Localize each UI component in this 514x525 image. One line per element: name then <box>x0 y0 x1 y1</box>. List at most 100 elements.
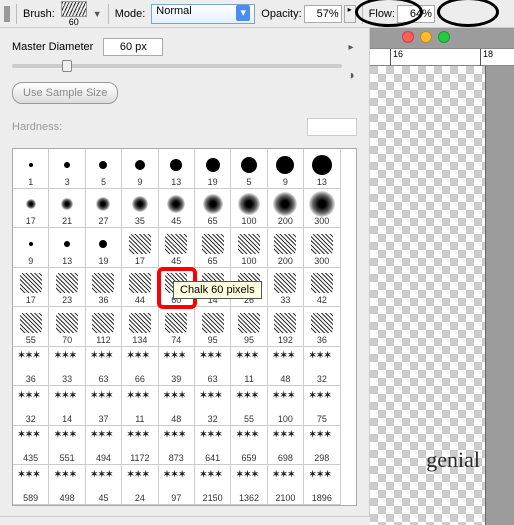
brush-preset[interactable]: ✶✶✶75 <box>304 386 340 426</box>
brush-preset[interactable]: ✶✶✶32 <box>304 347 340 387</box>
brush-preset[interactable]: 13 <box>159 149 195 189</box>
use-sample-size-button[interactable]: Use Sample Size <box>12 82 118 104</box>
window-controls[interactable] <box>402 31 450 43</box>
brush-preset[interactable]: 45 <box>159 228 195 268</box>
brush-preset[interactable]: ✶✶✶32 <box>195 386 231 426</box>
brush-preset[interactable]: 19 <box>195 149 231 189</box>
brush-preset[interactable]: 95 <box>195 307 231 347</box>
brush-preset[interactable]: ✶✶✶494 <box>86 426 122 466</box>
brush-preset[interactable]: ✶✶✶1934 <box>122 505 158 506</box>
opacity-input[interactable]: 57% <box>304 5 342 23</box>
brush-preset[interactable]: 36 <box>304 307 340 347</box>
brush-preset[interactable]: ✶✶✶2286 <box>13 505 49 506</box>
brush-preset[interactable]: 17 <box>13 268 49 308</box>
brush-preset[interactable]: 200 <box>268 189 304 229</box>
brush-preset[interactable]: ✶✶✶63 <box>86 347 122 387</box>
brush-preset[interactable]: 300 <box>304 228 340 268</box>
brush-preset[interactable]: ✶✶✶298 <box>304 426 340 466</box>
brush-preset[interactable]: ✶✶✶1362 <box>231 465 267 505</box>
brush-preset[interactable]: 134 <box>122 307 158 347</box>
brush-preset[interactable]: ✶✶✶2078 <box>304 505 340 506</box>
brush-preset[interactable]: ✶✶✶1967 <box>86 505 122 506</box>
brush-preset[interactable]: ✶✶✶48 <box>268 347 304 387</box>
brush-preset[interactable]: ✶✶✶551 <box>49 426 85 466</box>
brush-preset[interactable]: 42 <box>304 268 340 308</box>
brush-preset[interactable]: 1 <box>13 149 49 189</box>
brush-preset[interactable]: ✶✶✶32 <box>13 386 49 426</box>
minimize-icon[interactable] <box>420 31 432 43</box>
brush-preset[interactable]: ✶✶✶873 <box>159 426 195 466</box>
brush-preset[interactable]: 44 <box>122 268 158 308</box>
brush-preset[interactable]: 65 <box>195 228 231 268</box>
chevron-down-icon[interactable]: ▼ <box>93 9 102 19</box>
brush-preset[interactable]: 192 <box>268 307 304 347</box>
brush-preset[interactable]: ✶✶✶63 <box>195 347 231 387</box>
brush-preset[interactable]: ✶✶✶39 <box>159 347 195 387</box>
slider-knob[interactable] <box>62 60 72 72</box>
brush-preset[interactable]: 9 <box>122 149 158 189</box>
brush-preset[interactable]: ✶✶✶641 <box>195 426 231 466</box>
master-diameter-slider[interactable] <box>12 64 342 68</box>
brush-preset[interactable]: ✶✶✶659 <box>231 426 267 466</box>
blend-mode-select[interactable]: Normal ▾ <box>151 4 255 24</box>
brush-preset[interactable]: 74 <box>159 307 195 347</box>
brush-preset[interactable]: ✶✶✶589 <box>13 465 49 505</box>
brush-preset[interactable]: ✶✶✶36 <box>13 347 49 387</box>
zoom-icon[interactable] <box>438 31 450 43</box>
brush-preset[interactable]: 200 <box>268 228 304 268</box>
brush-preset[interactable]: 300 <box>304 189 340 229</box>
brush-preset[interactable]: 9 <box>13 228 49 268</box>
brush-preset[interactable]: ✶✶✶1955 <box>268 505 304 506</box>
brush-preset[interactable]: ✶✶✶24 <box>122 465 158 505</box>
flow-input[interactable]: 64% <box>397 5 435 23</box>
brush-preset[interactable]: ✶✶✶66 <box>122 347 158 387</box>
brush-preset[interactable]: 13 <box>49 228 85 268</box>
brush-preset[interactable]: ✶✶✶100 <box>268 386 304 426</box>
brush-preset[interactable]: ✶✶✶2291 <box>231 505 267 506</box>
brush-preset[interactable]: ✶✶✶498 <box>49 465 85 505</box>
horizontal-ruler[interactable]: 16 18 <box>370 48 514 66</box>
brush-preset[interactable]: 36 <box>86 268 122 308</box>
brush-preset-dropdown[interactable]: 60 <box>61 1 87 27</box>
brush-preset[interactable]: ✶✶✶1876 <box>195 505 231 506</box>
hardness-input[interactable] <box>307 118 357 136</box>
brush-preset[interactable]: 33 <box>268 268 304 308</box>
brush-preset[interactable]: 95 <box>231 307 267 347</box>
brush-preset[interactable]: ✶✶✶55 <box>231 386 267 426</box>
brush-preset[interactable]: 9 <box>268 149 304 189</box>
brush-preset[interactable]: 55 <box>13 307 49 347</box>
brush-preset[interactable]: 13 <box>304 149 340 189</box>
brush-preset[interactable]: 100 <box>231 228 267 268</box>
brush-preset[interactable]: 45 <box>159 189 195 229</box>
brush-preset[interactable]: ✶✶✶97 <box>159 465 195 505</box>
brush-preset[interactable]: ✶✶✶1896 <box>304 465 340 505</box>
brush-preset[interactable]: ✶✶✶37 <box>86 386 122 426</box>
brush-preset[interactable]: ✶✶✶14 <box>49 386 85 426</box>
brush-preset[interactable]: ✶✶✶11 <box>231 347 267 387</box>
brush-preset[interactable]: ✶✶✶33 <box>49 347 85 387</box>
brush-preset[interactable]: 19 <box>86 228 122 268</box>
brush-preset[interactable]: 65 <box>195 189 231 229</box>
brush-preset[interactable]: 27 <box>86 189 122 229</box>
brush-preset[interactable]: ✶✶✶45 <box>86 465 122 505</box>
brush-preset[interactable]: ✶✶✶1922 <box>49 505 85 506</box>
panel-menu-icon[interactable]: ◑ <box>343 68 359 82</box>
brush-preset[interactable]: ✶✶✶48 <box>159 386 195 426</box>
brush-preset[interactable]: 17 <box>122 228 158 268</box>
close-icon[interactable] <box>402 31 414 43</box>
flyout-play-icon[interactable]: ▸ <box>343 40 359 54</box>
brush-picker-scroll[interactable]: 1359131959131721273545651002003009131917… <box>13 149 356 505</box>
brush-preset[interactable]: 23 <box>49 268 85 308</box>
brush-preset[interactable]: 35 <box>122 189 158 229</box>
brush-preset[interactable]: ✶✶✶698 <box>268 426 304 466</box>
brush-preset[interactable]: 5 <box>86 149 122 189</box>
brush-preset[interactable]: 17 <box>13 189 49 229</box>
brush-preset[interactable]: ✶✶✶435 <box>13 426 49 466</box>
master-diameter-input[interactable] <box>103 38 163 56</box>
brush-preset[interactable]: ✶✶✶11 <box>122 386 158 426</box>
brush-preset[interactable]: 100 <box>231 189 267 229</box>
brush-preset[interactable]: ✶✶✶1172 <box>122 426 158 466</box>
brush-preset[interactable]: 112 <box>86 307 122 347</box>
brush-preset[interactable]: 21 <box>49 189 85 229</box>
brush-preset[interactable]: ✶✶✶1761 <box>159 505 195 506</box>
